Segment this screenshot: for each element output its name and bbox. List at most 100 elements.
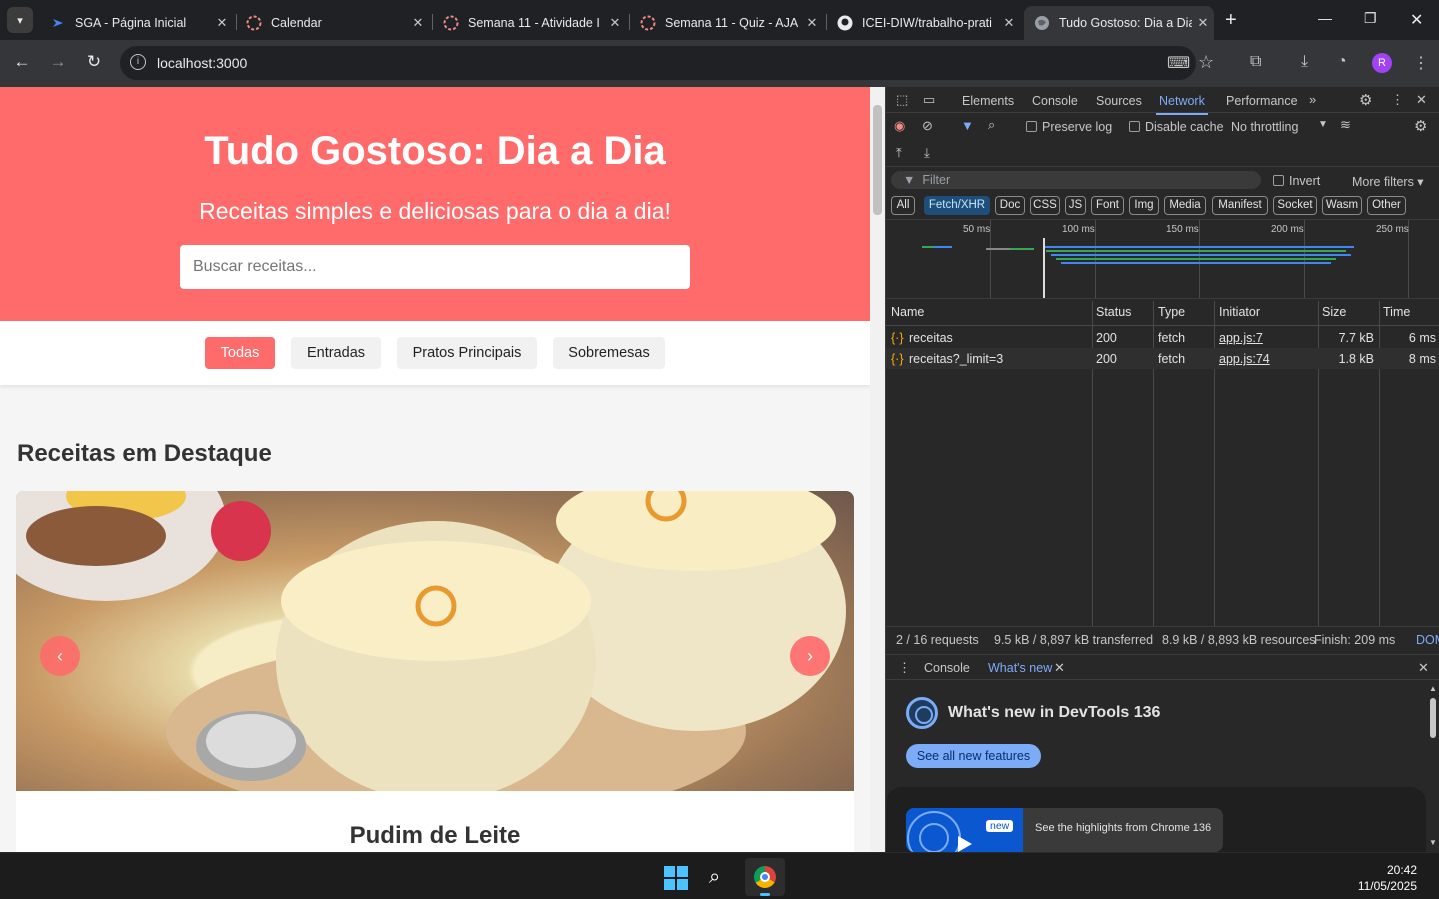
network-overview-timeline[interactable]: 50 ms 100 ms 150 ms 200 ms 250 ms xyxy=(886,219,1439,299)
close-drawer-icon[interactable]: ✕ xyxy=(1418,660,1429,676)
table-row[interactable]: {·} receitas?_limit=3 200 fetch app.js:7… xyxy=(886,348,1439,369)
type-filter-js[interactable]: JS xyxy=(1065,196,1086,215)
category-entradas-button[interactable]: Entradas xyxy=(291,337,381,369)
more-filters-dropdown[interactable]: More filters ▾ xyxy=(1352,174,1424,189)
table-row[interactable]: {·} receitas 200 fetch app.js:7 7.7 kB 6… xyxy=(886,327,1439,348)
performance-icon[interactable]: ◔ xyxy=(1337,53,1347,71)
close-tab-icon[interactable]: ✕ xyxy=(211,15,233,31)
drawer-scrollbar[interactable]: ▲ ▼ xyxy=(1426,680,1439,852)
browser-tab[interactable]: Semana 11 - Atividade I ✕ xyxy=(433,6,626,40)
search-icon[interactable]: ⌕ xyxy=(709,866,720,889)
type-filter-css[interactable]: CSS xyxy=(1030,196,1060,215)
tab-sources[interactable]: Sources xyxy=(1096,94,1142,108)
column-header-initiator[interactable]: Initiator xyxy=(1219,305,1260,319)
invert-checkbox[interactable]: Invert xyxy=(1273,174,1320,188)
request-name[interactable]: receitas?_limit=3 xyxy=(909,352,1003,366)
search-input[interactable] xyxy=(180,245,690,289)
more-tabs-icon[interactable]: » xyxy=(1309,92,1316,107)
filter-funnel-icon[interactable]: ▼ xyxy=(961,118,974,133)
scroll-up-icon[interactable]: ▲ xyxy=(1429,684,1437,693)
tab-elements[interactable]: Elements xyxy=(962,94,1014,108)
search-icon[interactable]: ⌕ xyxy=(988,117,995,133)
type-filter-other[interactable]: Other xyxy=(1367,196,1406,215)
minimize-icon[interactable]: — xyxy=(1318,10,1332,26)
page-scrollbar[interactable] xyxy=(870,87,885,852)
request-initiator-link[interactable]: app.js:7 xyxy=(1219,331,1263,345)
export-har-icon[interactable]: ⤓ xyxy=(924,145,930,161)
chrome-menu-icon[interactable]: ⋮ xyxy=(1413,53,1429,73)
inspect-element-icon[interactable]: ⬚ xyxy=(896,92,908,108)
close-tab-icon[interactable]: ✕ xyxy=(1054,660,1065,676)
close-window-icon[interactable]: ✕ xyxy=(1410,10,1423,30)
device-toolbar-icon[interactable]: ▭ xyxy=(923,92,935,108)
highlights-link[interactable]: new See the highlights from Chrome 136 xyxy=(906,808,1223,852)
system-clock[interactable]: 20:42 11/05/2025 xyxy=(1358,862,1417,894)
type-filter-media[interactable]: Media xyxy=(1164,196,1206,215)
column-header-type[interactable]: Type xyxy=(1158,305,1185,319)
browser-tab[interactable]: SGA - Página Inicial ✕ xyxy=(40,6,233,40)
new-tab-icon[interactable]: + xyxy=(1225,9,1237,32)
forward-icon[interactable]: → xyxy=(47,52,69,72)
settings-gear-icon[interactable]: ⚙ xyxy=(1359,91,1372,109)
type-filter-wasm[interactable]: Wasm xyxy=(1322,196,1362,215)
drawer-menu-icon[interactable]: ⋮ xyxy=(898,660,911,676)
type-filter-fetch-xhr[interactable]: Fetch/XHR xyxy=(924,196,990,215)
translate-icon[interactable]: ⌨ xyxy=(1167,53,1190,73)
address-bar[interactable]: i localhost:3000 ⌨ ☆ xyxy=(120,46,1214,80)
close-devtools-icon[interactable]: ✕ xyxy=(1416,92,1427,108)
close-tab-icon[interactable]: ✕ xyxy=(604,15,626,31)
browser-tab[interactable]: Calendar ✕ xyxy=(236,6,429,40)
column-header-time[interactable]: Time xyxy=(1383,305,1410,319)
browser-tab[interactable]: ICEI-DIW/trabalho-prati ✕ xyxy=(827,6,1020,40)
filter-input[interactable]: ▼ Filter xyxy=(891,171,1261,189)
throttling-select[interactable]: No throttling xyxy=(1231,120,1298,134)
downloads-icon[interactable]: ⤓ xyxy=(1301,53,1308,71)
type-filter-font[interactable]: Font xyxy=(1091,196,1124,215)
drawer-tab-whats-new[interactable]: What's new xyxy=(984,661,1056,682)
scroll-down-icon[interactable]: ▼ xyxy=(1429,838,1437,847)
tab-console[interactable]: Console xyxy=(1032,94,1078,108)
scrollbar-thumb[interactable] xyxy=(873,105,882,215)
browser-tab[interactable]: Semana 11 - Quiz - AJA ✕ xyxy=(630,6,823,40)
network-conditions-icon[interactable]: ≋ xyxy=(1340,117,1351,133)
request-initiator-link[interactable]: app.js:74 xyxy=(1219,352,1270,366)
network-settings-icon[interactable]: ⚙ xyxy=(1414,117,1427,135)
request-name[interactable]: receitas xyxy=(909,331,953,345)
bookmark-star-icon[interactable]: ☆ xyxy=(1198,52,1214,73)
restore-icon[interactable]: ❐ xyxy=(1364,10,1377,27)
more-options-icon[interactable]: ⋮ xyxy=(1391,92,1404,108)
category-sobremesas-button[interactable]: Sobremesas xyxy=(553,337,665,369)
site-info-icon[interactable]: i xyxy=(130,54,146,70)
type-filter-manifest[interactable]: Manifest xyxy=(1212,196,1268,215)
browser-tab-active[interactable]: Tudo Gostoso: Dia a Dia ✕ xyxy=(1024,6,1214,40)
category-todas-button[interactable]: Todas xyxy=(205,337,275,369)
tab-performance[interactable]: Performance xyxy=(1226,94,1298,108)
tab-search-button[interactable]: ▾ xyxy=(7,7,33,33)
column-header-size[interactable]: Size xyxy=(1322,305,1346,319)
column-header-name[interactable]: Name xyxy=(891,305,924,319)
close-tab-icon[interactable]: ✕ xyxy=(1192,15,1214,31)
url-text[interactable]: localhost:3000 xyxy=(157,55,247,71)
close-tab-icon[interactable]: ✕ xyxy=(998,15,1020,31)
type-filter-doc[interactable]: Doc xyxy=(995,196,1025,215)
carousel-prev-button[interactable]: ‹ xyxy=(40,636,80,676)
back-icon[interactable]: ← xyxy=(11,52,33,72)
category-pratos-principais-button[interactable]: Pratos Principais xyxy=(397,337,537,369)
close-tab-icon[interactable]: ✕ xyxy=(801,15,823,31)
preserve-log-checkbox[interactable]: Preserve log xyxy=(1026,120,1112,134)
carousel-next-button[interactable]: › xyxy=(790,636,830,676)
type-filter-img[interactable]: Img xyxy=(1129,196,1159,215)
reload-icon[interactable]: ↻ xyxy=(83,52,105,72)
windows-start-icon[interactable] xyxy=(664,866,688,890)
import-har-icon[interactable]: ⤒ xyxy=(896,145,902,161)
tab-network[interactable]: Network xyxy=(1156,94,1208,115)
drawer-tab-console[interactable]: Console xyxy=(924,661,970,675)
type-filter-all[interactable]: All xyxy=(891,196,915,215)
type-filter-socket[interactable]: Socket xyxy=(1273,196,1317,215)
close-tab-icon[interactable]: ✕ xyxy=(407,15,429,31)
column-header-status[interactable]: Status xyxy=(1096,305,1131,319)
clear-icon[interactable]: ⊘ xyxy=(922,118,933,134)
chrome-taskbar-icon[interactable] xyxy=(745,858,785,896)
extensions-icon[interactable]: ⧉ xyxy=(1250,53,1261,71)
record-stop-icon[interactable]: ◉ xyxy=(894,118,905,134)
